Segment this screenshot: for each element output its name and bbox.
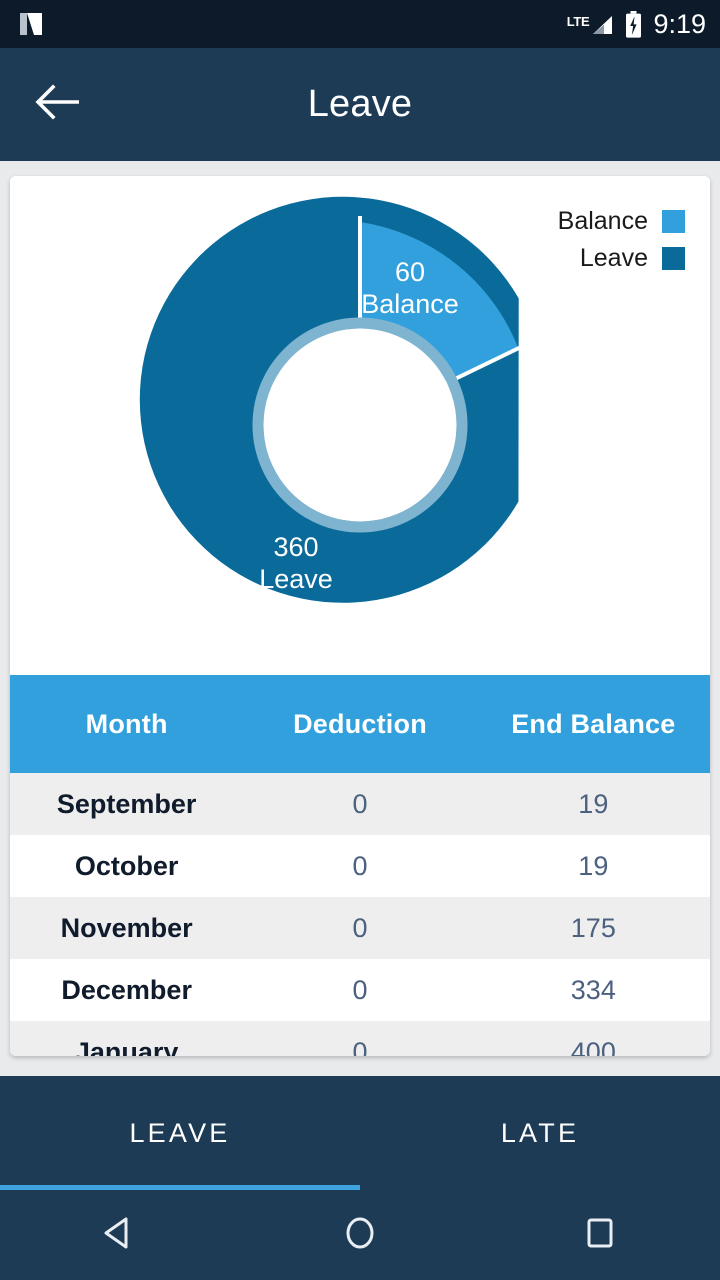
page-title: Leave <box>307 83 413 125</box>
table-row[interactable]: January 0 400 <box>10 1021 710 1056</box>
cell-end-balance: 19 <box>578 850 609 881</box>
cell-month: September <box>56 788 197 819</box>
legend-item-leave: Leave <box>558 246 685 271</box>
screen-root: LTE 9:19 Leave 60 Balance 360 Leave Bala… <box>0 0 720 1280</box>
tab-late[interactable]: LATE <box>360 1076 720 1190</box>
cell-month: January <box>74 1036 179 1057</box>
cell-end-balance: 19 <box>578 788 609 819</box>
nav-home-circle-icon <box>339 1212 381 1259</box>
cell-deduction: 0 <box>352 912 368 943</box>
cell-end-balance: 175 <box>570 912 616 943</box>
leave-summary-card: 60 Balance 360 Leave Balance Leave Month… <box>10 176 710 1056</box>
legend-label-balance: Balance <box>557 207 648 235</box>
legend-swatch-leave <box>662 247 685 270</box>
bottom-tab-bar: LEAVE LATE <box>0 1076 720 1190</box>
nav-recents-button[interactable] <box>480 1190 720 1280</box>
app-bar: Leave <box>0 48 720 161</box>
cell-end-balance: 334 <box>570 974 616 1005</box>
cell-month: October <box>74 850 179 881</box>
status-icons: LTE 9:19 <box>567 8 706 39</box>
column-header-end-balance: End Balance <box>511 708 676 739</box>
cell-deduction: 0 <box>352 1036 368 1057</box>
nav-back-button[interactable] <box>0 1190 240 1280</box>
tab-label-leave: LEAVE <box>129 1117 231 1148</box>
legend-label-leave: Leave <box>579 244 648 272</box>
table-row[interactable]: September 0 19 <box>10 773 710 835</box>
leave-donut-chart: 60 Balance 360 Leave Balance Leave <box>10 176 710 675</box>
android-navigation-bar <box>0 1190 720 1280</box>
back-button[interactable] <box>24 73 88 137</box>
chart-legend: Balance Leave <box>558 209 685 283</box>
cell-deduction: 0 <box>352 974 368 1005</box>
column-header-month: Month <box>85 708 168 739</box>
android-n-logo-icon <box>16 9 46 39</box>
network-indicator: LTE <box>567 11 615 37</box>
cell-end-balance: 400 <box>570 1036 616 1057</box>
tab-leave[interactable]: LEAVE <box>0 1076 360 1190</box>
status-bar: LTE 9:19 <box>0 0 720 48</box>
legend-swatch-balance <box>662 210 685 233</box>
nav-back-triangle-icon <box>99 1212 141 1259</box>
column-header-deduction: Deduction <box>293 708 427 739</box>
table-row[interactable]: October 0 19 <box>10 835 710 897</box>
status-bar-clock: 9:19 <box>653 8 706 39</box>
arrow-left-icon <box>33 83 80 126</box>
cell-month: November <box>60 912 193 943</box>
nav-home-button[interactable] <box>240 1190 480 1280</box>
cell-month: December <box>61 974 192 1005</box>
table-row[interactable]: November 0 175 <box>10 897 710 959</box>
signal-bars-icon <box>590 13 614 37</box>
battery-charging-icon <box>625 10 642 38</box>
nav-recents-square-icon <box>579 1212 621 1259</box>
cell-deduction: 0 <box>352 850 368 881</box>
table-header-row: Month Deduction End Balance <box>10 675 710 773</box>
network-type-label: LTE <box>566 14 590 29</box>
legend-item-balance: Balance <box>558 209 685 234</box>
tab-label-late: LATE <box>500 1117 580 1148</box>
cell-deduction: 0 <box>352 788 368 819</box>
table-row[interactable]: December 0 334 <box>10 959 710 1021</box>
